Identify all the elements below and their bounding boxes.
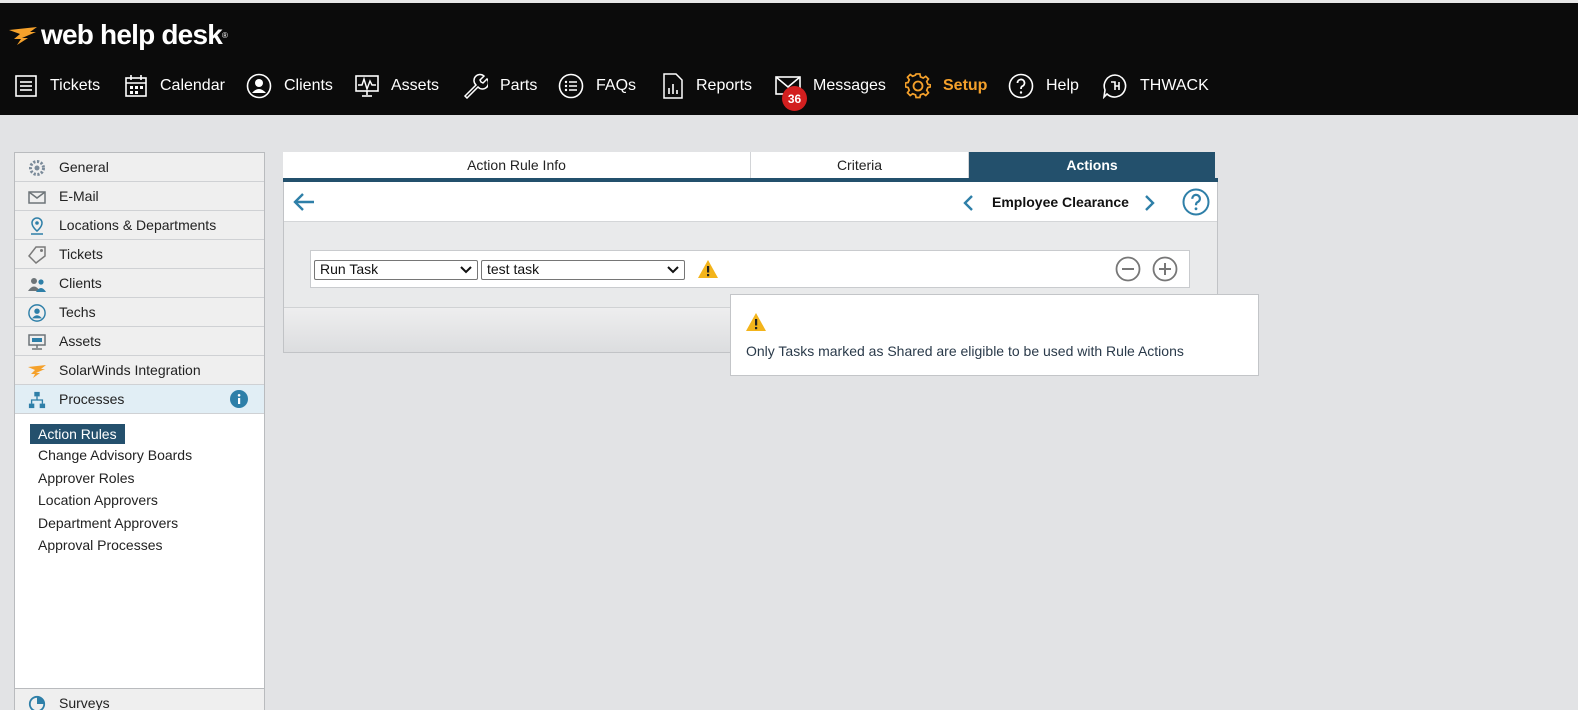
sidebar-item-label: E-Mail — [59, 188, 99, 204]
nav-reports[interactable]: Reports — [662, 66, 752, 106]
submenu-department-approvers[interactable]: Department Approvers — [38, 515, 178, 531]
warning-icon — [746, 313, 766, 331]
sidebar-item-label: General — [59, 159, 109, 175]
solarwinds-icon — [28, 365, 46, 378]
panel-header: Employee Clearance — [284, 182, 1217, 222]
messages-count-badge: 36 — [782, 86, 807, 111]
tech-user-icon — [28, 304, 46, 322]
nav-faqs[interactable]: FAQs — [558, 66, 636, 106]
nav-tickets[interactable]: Tickets — [14, 66, 100, 106]
sidebar-item-label: SolarWinds Integration — [59, 362, 201, 378]
nav-assets[interactable]: Assets — [355, 66, 439, 106]
remove-action-icon[interactable] — [1115, 256, 1141, 282]
gear-icon — [29, 160, 45, 176]
logo[interactable]: web help desk ® — [8, 17, 228, 53]
chevron-down-icon — [667, 266, 679, 274]
thwack-icon — [1102, 74, 1127, 99]
tickets-icon — [15, 75, 37, 97]
rule-tabs: Action Rule Info Criteria Actions — [283, 152, 1215, 178]
back-arrow-icon[interactable] — [292, 192, 316, 212]
nav-label: Calendar — [160, 77, 225, 94]
nav-label: Parts — [500, 77, 538, 94]
top-bar: web help desk ® Tickets Calendar Clients… — [0, 0, 1578, 115]
action-row: Run Task test task — [310, 250, 1190, 288]
nav-label: Setup — [943, 77, 988, 94]
sidebar-item-label: Surveys — [59, 695, 110, 710]
users-icon — [28, 278, 46, 292]
previous-rule-icon[interactable] — [962, 194, 974, 212]
tooltip-message: Only Tasks marked as Shared are eligible… — [746, 343, 1184, 359]
add-action-icon[interactable] — [1152, 256, 1178, 282]
submenu-approval-processes[interactable]: Approval Processes — [38, 537, 163, 553]
setup-sidebar: General E-Mail Locations & Departments T… — [14, 152, 265, 710]
sidebar-item-locations-departments[interactable]: Locations & Departments — [15, 211, 264, 240]
sidebar-item-clients[interactable]: Clients — [15, 269, 264, 298]
submenu-action-rules[interactable]: Action Rules — [30, 424, 125, 444]
sidebar-item-assets[interactable]: Assets — [15, 327, 264, 356]
brand-tm: ® — [222, 30, 228, 40]
nav-thwack[interactable]: THWACK — [1102, 66, 1209, 106]
nav-parts[interactable]: Parts — [462, 66, 537, 106]
sidebar-item-label: Clients — [59, 275, 102, 291]
next-rule-icon[interactable] — [1144, 194, 1156, 212]
faqs-icon — [558, 73, 584, 99]
processes-icon — [28, 391, 46, 409]
sidebar-item-solarwinds-integration[interactable]: SolarWinds Integration — [15, 356, 264, 385]
solarwinds-flame-icon — [9, 27, 37, 45]
setup-icon — [905, 73, 931, 99]
submenu-change-advisory-boards[interactable]: Change Advisory Boards — [38, 447, 192, 463]
tab-action-rule-info[interactable]: Action Rule Info — [283, 152, 751, 178]
nav-setup[interactable]: Setup — [905, 66, 987, 106]
nav-label: THWACK — [1140, 77, 1209, 94]
nav-label: Messages — [813, 77, 886, 94]
parts-icon — [463, 73, 488, 99]
brand-name: web help desk — [41, 19, 223, 50]
monitor-icon — [28, 334, 46, 350]
assets-icon — [355, 75, 379, 97]
tab-criteria[interactable]: Criteria — [751, 152, 969, 178]
help-icon — [1008, 73, 1034, 99]
nav-clients[interactable]: Clients — [246, 66, 333, 106]
sidebar-item-label: Techs — [59, 304, 96, 320]
sidebar-item-tickets[interactable]: Tickets — [15, 240, 264, 269]
calendar-icon — [125, 75, 147, 97]
sidebar-item-general[interactable]: General — [15, 153, 264, 182]
sidebar-item-email[interactable]: E-Mail — [15, 182, 264, 211]
nav-messages[interactable]: 36 Messages — [775, 66, 886, 111]
envelope-icon — [28, 191, 46, 204]
nav-label: Tickets — [50, 77, 101, 94]
nav-help[interactable]: Help — [1008, 66, 1079, 106]
reports-icon — [663, 73, 683, 99]
sidebar-item-techs[interactable]: Techs — [15, 298, 264, 327]
nav-calendar[interactable]: Calendar — [124, 66, 225, 106]
sidebar-item-surveys[interactable]: Surveys — [15, 688, 264, 710]
sidebar-item-label: Tickets — [59, 246, 103, 262]
help-circle-icon[interactable] — [1182, 188, 1210, 216]
rule-name: Employee Clearance — [992, 194, 1129, 210]
nav-label: Help — [1046, 77, 1079, 94]
ticket-icon — [28, 246, 46, 264]
action-type-select[interactable]: Run Task — [314, 260, 478, 280]
sidebar-item-label: Processes — [59, 391, 125, 407]
location-pin-icon — [31, 217, 43, 235]
tab-actions[interactable]: Actions — [969, 152, 1215, 178]
sidebar-item-label: Assets — [59, 333, 102, 349]
nav-label: Reports — [696, 77, 753, 94]
clients-icon — [246, 73, 272, 99]
nav-label: FAQs — [596, 77, 637, 94]
submenu-location-approvers[interactable]: Location Approvers — [38, 492, 158, 508]
nav-label: Assets — [391, 77, 440, 94]
sidebar-item-processes[interactable]: Processes — [15, 385, 264, 414]
warning-icon[interactable] — [697, 259, 719, 279]
task-select[interactable]: test task — [481, 260, 685, 280]
chevron-down-icon — [460, 266, 472, 274]
sidebar-item-label: Locations & Departments — [59, 217, 217, 233]
warning-tooltip: Only Tasks marked as Shared are eligible… — [730, 294, 1259, 376]
nav-label: Clients — [284, 77, 333, 94]
action-type-value: Run Task — [320, 261, 379, 277]
task-value: test task — [487, 261, 540, 277]
pie-chart-icon — [28, 695, 46, 710]
submenu-approver-roles[interactable]: Approver Roles — [38, 470, 135, 486]
info-icon[interactable] — [230, 390, 248, 408]
